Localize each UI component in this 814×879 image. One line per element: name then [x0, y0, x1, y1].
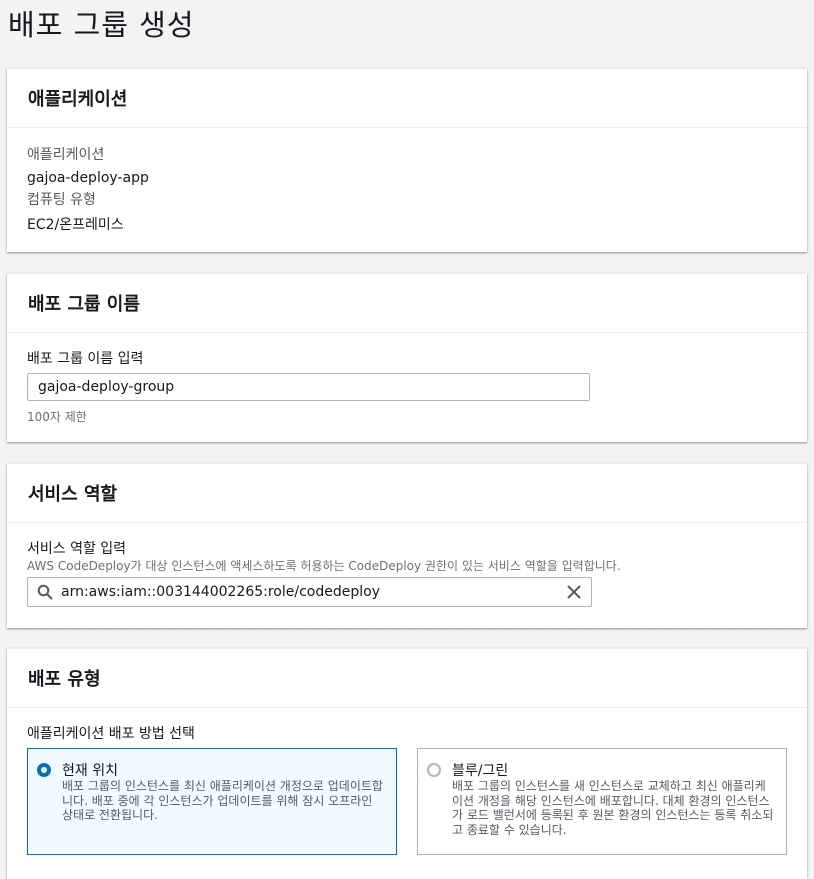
search-icon: [37, 584, 53, 600]
deployment-option-blue-green[interactable]: 블루/그린 배포 그룹의 인스턴스를 새 인스턴스로 교체하고 최신 애플리케이…: [417, 748, 787, 855]
application-panel-header: 애플리케이션: [7, 69, 807, 128]
service-role-header: 서비스 역할: [7, 464, 807, 523]
character-limit-hint: 100자 제한: [27, 410, 87, 424]
clear-icon[interactable]: [566, 584, 582, 600]
in-place-radio[interactable]: [37, 763, 51, 777]
deployment-group-name-header: 배포 그룹 이름: [7, 274, 807, 333]
service-role-description: AWS CodeDeploy가 대상 인스턴스에 액세스하도록 허용하는 Cod…: [27, 559, 621, 573]
deployment-group-name-label: 배포 그룹 이름 입력: [27, 351, 144, 367]
compute-type-value: EC2/온프레미스: [27, 217, 124, 233]
in-place-title: 현재 위치: [62, 763, 118, 779]
deployment-type-panel: 배포 유형 애플리케이션 배포 방법 선택 현재 위치 배포 그룹의 인스턴스를…: [7, 648, 807, 879]
deployment-option-in-place[interactable]: 현재 위치 배포 그룹의 인스턴스를 최신 애플리케이션 개정으로 업데이트합니…: [27, 748, 397, 855]
service-role-input[interactable]: [61, 580, 551, 604]
in-place-description: 배포 그룹의 인스턴스를 최신 애플리케이션 개정으로 업데이트합니다. 배포 …: [62, 779, 383, 822]
deployment-group-name-input[interactable]: [27, 373, 590, 401]
service-role-search-field[interactable]: [27, 577, 592, 607]
page-title: 배포 그룹 생성: [8, 8, 195, 42]
blue-green-title: 블루/그린: [452, 763, 509, 779]
application-panel: 애플리케이션 애플리케이션 gajoa-deploy-app 컴퓨팅 유형 EC…: [7, 68, 807, 252]
deployment-type-header: 배포 유형: [7, 649, 807, 708]
compute-type-label: 컴퓨팅 유형: [27, 192, 96, 208]
deployment-group-name-panel: 배포 그룹 이름 배포 그룹 이름 입력 100자 제한: [7, 273, 807, 442]
blue-green-radio[interactable]: [427, 763, 441, 777]
service-role-label: 서비스 역할 입력: [27, 541, 127, 557]
deployment-method-prompt: 애플리케이션 배포 방법 선택: [27, 726, 195, 742]
application-value: gajoa-deploy-app: [27, 170, 149, 186]
blue-green-description: 배포 그룹의 인스턴스를 새 인스턴스로 교체하고 최신 애플리케이션 개정을 …: [452, 779, 774, 837]
application-label: 애플리케이션: [27, 147, 105, 163]
service-role-panel: 서비스 역할 서비스 역할 입력 AWS CodeDeploy가 대상 인스턴스…: [7, 463, 807, 628]
